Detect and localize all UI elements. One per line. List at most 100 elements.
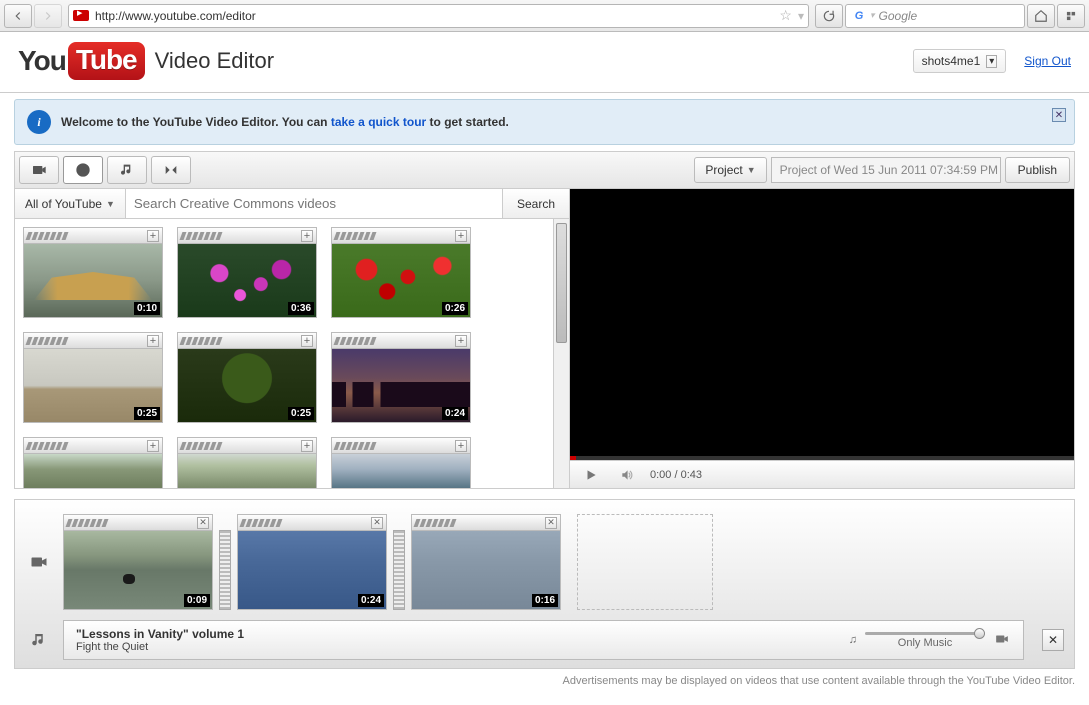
add-clip-button[interactable]: + xyxy=(301,440,313,452)
transition-slot[interactable] xyxy=(219,530,231,610)
tab-transitions[interactable] xyxy=(151,156,191,184)
duration-badge: 0:25 xyxy=(288,407,314,420)
project-name-field[interactable]: Project of Wed 15 Jun 2011 07:34:59 PM P xyxy=(771,157,1001,183)
back-button[interactable] xyxy=(4,4,32,28)
library-thumb[interactable]: +0:36 xyxy=(177,227,317,318)
search-input[interactable] xyxy=(126,189,502,218)
grip-icon xyxy=(415,519,455,527)
sign-out-link[interactable]: Sign Out xyxy=(1024,54,1071,68)
library-thumb[interactable]: + xyxy=(23,437,163,488)
library-thumb[interactable]: +0:24 xyxy=(331,332,471,423)
extension-button[interactable] xyxy=(1057,4,1085,28)
grip-icon xyxy=(27,442,67,450)
editor-toolbar: Project▼ Project of Wed 15 Jun 2011 07:3… xyxy=(14,151,1075,189)
video-player[interactable] xyxy=(570,189,1074,456)
music-title: "Lessons in Vanity" volume 1 xyxy=(76,627,849,641)
search-button[interactable]: Search xyxy=(502,189,569,218)
add-clip-button[interactable]: + xyxy=(301,230,313,242)
infobar-close-button[interactable]: ✕ xyxy=(1052,108,1066,122)
add-clip-button[interactable]: + xyxy=(455,230,467,242)
add-clip-button[interactable]: + xyxy=(455,440,467,452)
transition-slot[interactable] xyxy=(393,530,405,610)
timeline-clip[interactable]: ✕0:09 xyxy=(63,514,213,610)
thumb-handle[interactable]: + xyxy=(23,437,163,453)
duration-badge: 0:10 xyxy=(134,302,160,315)
remove-clip-button[interactable]: ✕ xyxy=(545,517,557,529)
library-thumb[interactable]: +0:10 xyxy=(23,227,163,318)
duration-badge: 0:24 xyxy=(442,407,468,420)
search-placeholder: Google xyxy=(879,9,918,23)
remove-clip-button[interactable]: ✕ xyxy=(197,517,209,529)
play-button[interactable] xyxy=(578,465,604,485)
library-thumb[interactable]: +0:25 xyxy=(23,332,163,423)
youtube-logo[interactable]: YouTube xyxy=(18,42,145,80)
add-clip-button[interactable]: + xyxy=(147,440,159,452)
timeline-clip[interactable]: ✕ 0:16 xyxy=(411,514,561,610)
audio-mix-slider[interactable] xyxy=(865,632,985,635)
duration-badge: 0:26 xyxy=(442,302,468,315)
thumb-handle[interactable]: + xyxy=(331,332,471,348)
library-scrollbar[interactable] xyxy=(553,219,569,488)
player-progress[interactable] xyxy=(570,456,1074,460)
thumb-image xyxy=(177,453,317,488)
grip-icon xyxy=(27,337,67,345)
thumb-image xyxy=(23,453,163,488)
forward-button[interactable] xyxy=(34,4,62,28)
project-menu[interactable]: Project▼ xyxy=(694,157,766,183)
library-thumb[interactable]: + xyxy=(177,437,317,488)
thumb-handle[interactable]: + xyxy=(23,332,163,348)
grip-icon xyxy=(241,519,281,527)
publish-button[interactable]: Publish xyxy=(1005,157,1070,183)
scrollbar-thumb[interactable] xyxy=(556,223,567,343)
library-pane: All of YouTube▼ Search +0:10+0:36+0:26+0… xyxy=(15,189,570,488)
timeline: ✕0:09✕0:24✕0:16 "Lessons in Vanity" volu… xyxy=(14,499,1075,669)
video-track-icon xyxy=(25,553,53,571)
reload-button[interactable] xyxy=(815,4,843,28)
add-clip-button[interactable]: + xyxy=(147,335,159,347)
add-clip-button[interactable]: + xyxy=(301,335,313,347)
grip-icon xyxy=(181,442,221,450)
infobar-text-post: to get started. xyxy=(426,115,509,129)
library-thumb[interactable]: +0:25 xyxy=(177,332,317,423)
home-button[interactable] xyxy=(1027,4,1055,28)
clip-handle[interactable]: ✕ xyxy=(237,514,387,530)
duration-badge: 0:25 xyxy=(134,407,160,420)
music-clip[interactable]: "Lessons in Vanity" volume 1 Fight the Q… xyxy=(63,620,1024,660)
library-thumb[interactable]: + xyxy=(331,437,471,488)
grip-icon xyxy=(27,232,67,240)
browser-search-box[interactable]: G▾ Google xyxy=(845,4,1025,28)
thumb-handle[interactable]: + xyxy=(23,227,163,243)
add-clip-button[interactable]: + xyxy=(455,335,467,347)
add-clip-button[interactable]: + xyxy=(147,230,159,242)
duration-badge: 0:16 xyxy=(532,594,558,607)
thumb-image xyxy=(331,453,471,488)
clip-handle[interactable]: ✕ xyxy=(63,514,213,530)
yt-header: YouTube Video Editor shots4me1 ▾ Sign Ou… xyxy=(0,32,1089,92)
player-controls: 0:00 / 0:43 xyxy=(570,460,1074,488)
thumb-handle[interactable]: + xyxy=(331,227,471,243)
grip-icon xyxy=(335,232,375,240)
remove-clip-button[interactable]: ✕ xyxy=(371,517,383,529)
url-bar[interactable]: http://www.youtube.com/editor ☆ ▾ xyxy=(68,4,809,28)
chevron-down-icon: ▼ xyxy=(747,165,756,175)
thumb-handle[interactable]: + xyxy=(177,227,317,243)
volume-button[interactable] xyxy=(614,465,640,485)
browser-chrome: http://www.youtube.com/editor ☆ ▾ G▾ Goo… xyxy=(0,0,1089,32)
timeline-clip[interactable]: ✕0:24 xyxy=(237,514,387,610)
remove-music-button[interactable]: ✕ xyxy=(1042,629,1064,651)
user-menu[interactable]: shots4me1 ▾ xyxy=(913,49,1007,73)
library-filter-bar: All of YouTube▼ Search xyxy=(15,189,569,219)
scope-dropdown[interactable]: All of YouTube▼ xyxy=(15,189,126,218)
tab-my-videos[interactable] xyxy=(19,156,59,184)
thumb-handle[interactable]: + xyxy=(177,332,317,348)
library-thumb[interactable]: +0:26 xyxy=(331,227,471,318)
quick-tour-link[interactable]: take a quick tour xyxy=(331,115,426,129)
tab-cc-videos[interactable] xyxy=(63,156,103,184)
thumb-handle[interactable]: + xyxy=(177,437,317,453)
timeline-clips[interactable]: ✕0:09✕0:24✕0:16 xyxy=(63,514,561,610)
timeline-drop-zone[interactable] xyxy=(577,514,713,610)
tab-audio[interactable] xyxy=(107,156,147,184)
bookmark-star-icon[interactable]: ☆ xyxy=(779,7,792,24)
thumb-handle[interactable]: + xyxy=(331,437,471,453)
clip-handle[interactable]: ✕ xyxy=(411,514,561,530)
